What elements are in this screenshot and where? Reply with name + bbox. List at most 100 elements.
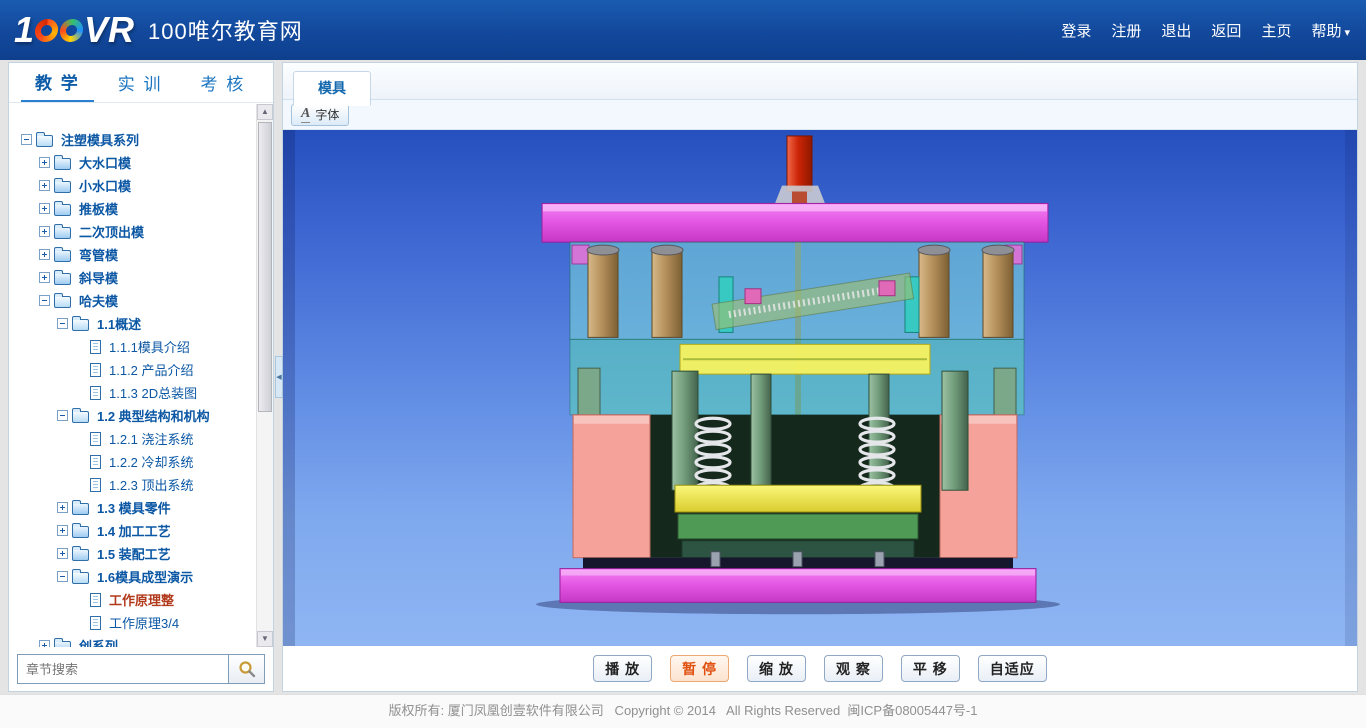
tree-item-label[interactable]: 注塑模具系列	[58, 130, 142, 149]
sidebar-tab-assessment[interactable]: 考 核	[186, 63, 259, 102]
tree-item[interactable]: 1.4 加工工艺	[15, 519, 255, 542]
tree-item[interactable]: 1.1.3 2D总装图	[15, 381, 255, 404]
pause-button[interactable]: 暂 停	[670, 655, 729, 682]
folder-icon	[54, 273, 71, 285]
collapse-icon[interactable]	[21, 134, 32, 145]
tree-item[interactable]: 1.2.3 顶出系统	[15, 473, 255, 496]
expand-icon[interactable]	[39, 640, 50, 647]
page-icon	[90, 478, 101, 492]
nav-logout[interactable]: 退出	[1161, 20, 1191, 41]
tree-item-label[interactable]: 小水口模	[76, 176, 134, 195]
tree-item-label[interactable]: 1.1概述	[94, 314, 144, 333]
expand-icon[interactable]	[39, 249, 50, 260]
tree-item-label[interactable]: 1.5 装配工艺	[94, 544, 174, 563]
tree-item-label[interactable]: 哈夫模	[76, 291, 121, 310]
tree-item[interactable]: 1.2.1 浇注系统	[15, 427, 255, 450]
tree-item[interactable]: 二次顶出模	[15, 220, 255, 243]
footer-copyright: 版权所有: 厦门凤凰创壹软件有限公司 Copyright © 2014 All …	[0, 694, 1366, 728]
tree-item-label[interactable]: 1.2 典型结构和机构	[94, 406, 213, 425]
tree-item-label[interactable]: 弯管模	[76, 245, 121, 264]
nav-home[interactable]: 主页	[1261, 20, 1291, 41]
collapse-icon[interactable]	[57, 571, 68, 582]
tree-item-label[interactable]: 推板模	[76, 199, 121, 218]
tree-item-label[interactable]: 1.1.2 产品介绍	[106, 360, 197, 379]
mold-model-image[interactable]	[283, 130, 1357, 646]
tree-item[interactable]: 推板模	[15, 197, 255, 220]
logo-vr: VR	[84, 9, 134, 51]
viewer-controls: 播 放暂 停缩 放观 察平 移自适应	[283, 646, 1357, 691]
pan-button[interactable]: 平 移	[901, 655, 960, 682]
tree-item[interactable]: 1.1概述	[15, 312, 255, 335]
collapse-icon[interactable]	[57, 318, 68, 329]
tree-item-label[interactable]: 工作原理3/4	[106, 613, 182, 632]
collapse-icon[interactable]	[57, 410, 68, 421]
tree-item[interactable]: 哈夫模	[15, 289, 255, 312]
tree-item[interactable]: 1.2.2 冷却系统	[15, 450, 255, 473]
tree-item[interactable]: 1.6模具成型演示	[15, 565, 255, 588]
observe-button[interactable]: 观 察	[824, 655, 883, 682]
play-button[interactable]: 播 放	[593, 655, 652, 682]
nav-register[interactable]: 注册	[1111, 20, 1141, 41]
tree-item[interactable]: 注塑模具系列	[15, 128, 255, 151]
search-button[interactable]	[229, 654, 265, 684]
tree-item[interactable]: 工作原理整	[15, 588, 255, 611]
3d-viewer[interactable]	[283, 130, 1357, 646]
tree-item[interactable]: 1.1.2 产品介绍	[15, 358, 255, 381]
expand-icon[interactable]	[57, 502, 68, 513]
tree-scrollbar[interactable]: ▲ ▼	[256, 104, 273, 647]
tree-item[interactable]: 1.3 模具零件	[15, 496, 255, 519]
tree-item-label[interactable]: 二次顶出模	[76, 222, 147, 241]
logo[interactable]: 1 VR	[14, 9, 134, 51]
tree-item-label[interactable]: 工作原理整	[106, 590, 177, 609]
tree-item[interactable]: 工作原理3/4	[15, 611, 255, 634]
tree-item-label[interactable]: 1.1.3 2D总装图	[106, 383, 200, 402]
tree-item[interactable]: 1.2 典型结构和机构	[15, 404, 255, 427]
expand-icon[interactable]	[57, 525, 68, 536]
folder-icon	[54, 250, 71, 262]
folder-icon	[54, 641, 71, 648]
tree-item-label[interactable]: 1.3 模具零件	[94, 498, 174, 517]
tree-item-label[interactable]: 1.4 加工工艺	[94, 521, 174, 540]
tree-item[interactable]: 弯管模	[15, 243, 255, 266]
expand-icon[interactable]	[39, 157, 50, 168]
scroll-thumb[interactable]	[258, 122, 272, 412]
tree-item[interactable]: 1.1.1模具介绍	[15, 335, 255, 358]
expand-icon[interactable]	[39, 180, 50, 191]
nav-help[interactable]: 帮助	[1311, 20, 1350, 41]
tree-item-label[interactable]: 1.2.2 冷却系统	[106, 452, 197, 471]
fit-button[interactable]: 自适应	[978, 655, 1047, 682]
tree-item[interactable]: 小水口模	[15, 174, 255, 197]
page-icon	[90, 340, 101, 354]
tree-item[interactable]: 大水口模	[15, 151, 255, 174]
expand-icon[interactable]	[39, 203, 50, 214]
tree-item-label[interactable]: 1.2.3 顶出系统	[106, 475, 197, 494]
folder-open-icon	[72, 411, 89, 423]
search-input[interactable]	[17, 654, 229, 684]
collapse-icon[interactable]	[39, 295, 50, 306]
tree-item-label[interactable]: 斜导模	[76, 268, 121, 287]
tree-item[interactable]: 1.5 装配工艺	[15, 542, 255, 565]
scroll-down-icon[interactable]: ▼	[257, 631, 273, 647]
viewer-toolbar: A 字体	[283, 100, 1357, 130]
font-button[interactable]: A 字体	[291, 104, 349, 126]
tree-item-label[interactable]: 1.6模具成型演示	[94, 567, 196, 586]
tab-mold[interactable]: 模具	[293, 71, 371, 106]
tree-item-label[interactable]: 大水口模	[76, 153, 134, 172]
expand-icon[interactable]	[39, 226, 50, 237]
nav-login[interactable]: 登录	[1061, 20, 1091, 41]
expand-icon[interactable]	[57, 548, 68, 559]
sidebar-tab-teaching[interactable]: 教 学	[21, 63, 94, 102]
tree-item[interactable]: 斜导模	[15, 266, 255, 289]
tree-item-label[interactable]: 创系列	[76, 636, 121, 647]
tree-item[interactable]: 创系列	[15, 634, 255, 647]
zoom-button[interactable]: 缩 放	[747, 655, 806, 682]
folder-icon	[72, 503, 89, 515]
tree-item-label[interactable]: 1.2.1 浇注系统	[106, 429, 197, 448]
nav-back[interactable]: 返回	[1211, 20, 1241, 41]
expand-icon[interactable]	[39, 272, 50, 283]
sidebar-tab-training[interactable]: 实 训	[104, 63, 177, 102]
folder-icon	[54, 204, 71, 216]
tree-item-label[interactable]: 1.1.1模具介绍	[106, 337, 193, 356]
panel-collapse-handle[interactable]: ◀	[275, 356, 283, 398]
scroll-up-icon[interactable]: ▲	[257, 104, 273, 120]
